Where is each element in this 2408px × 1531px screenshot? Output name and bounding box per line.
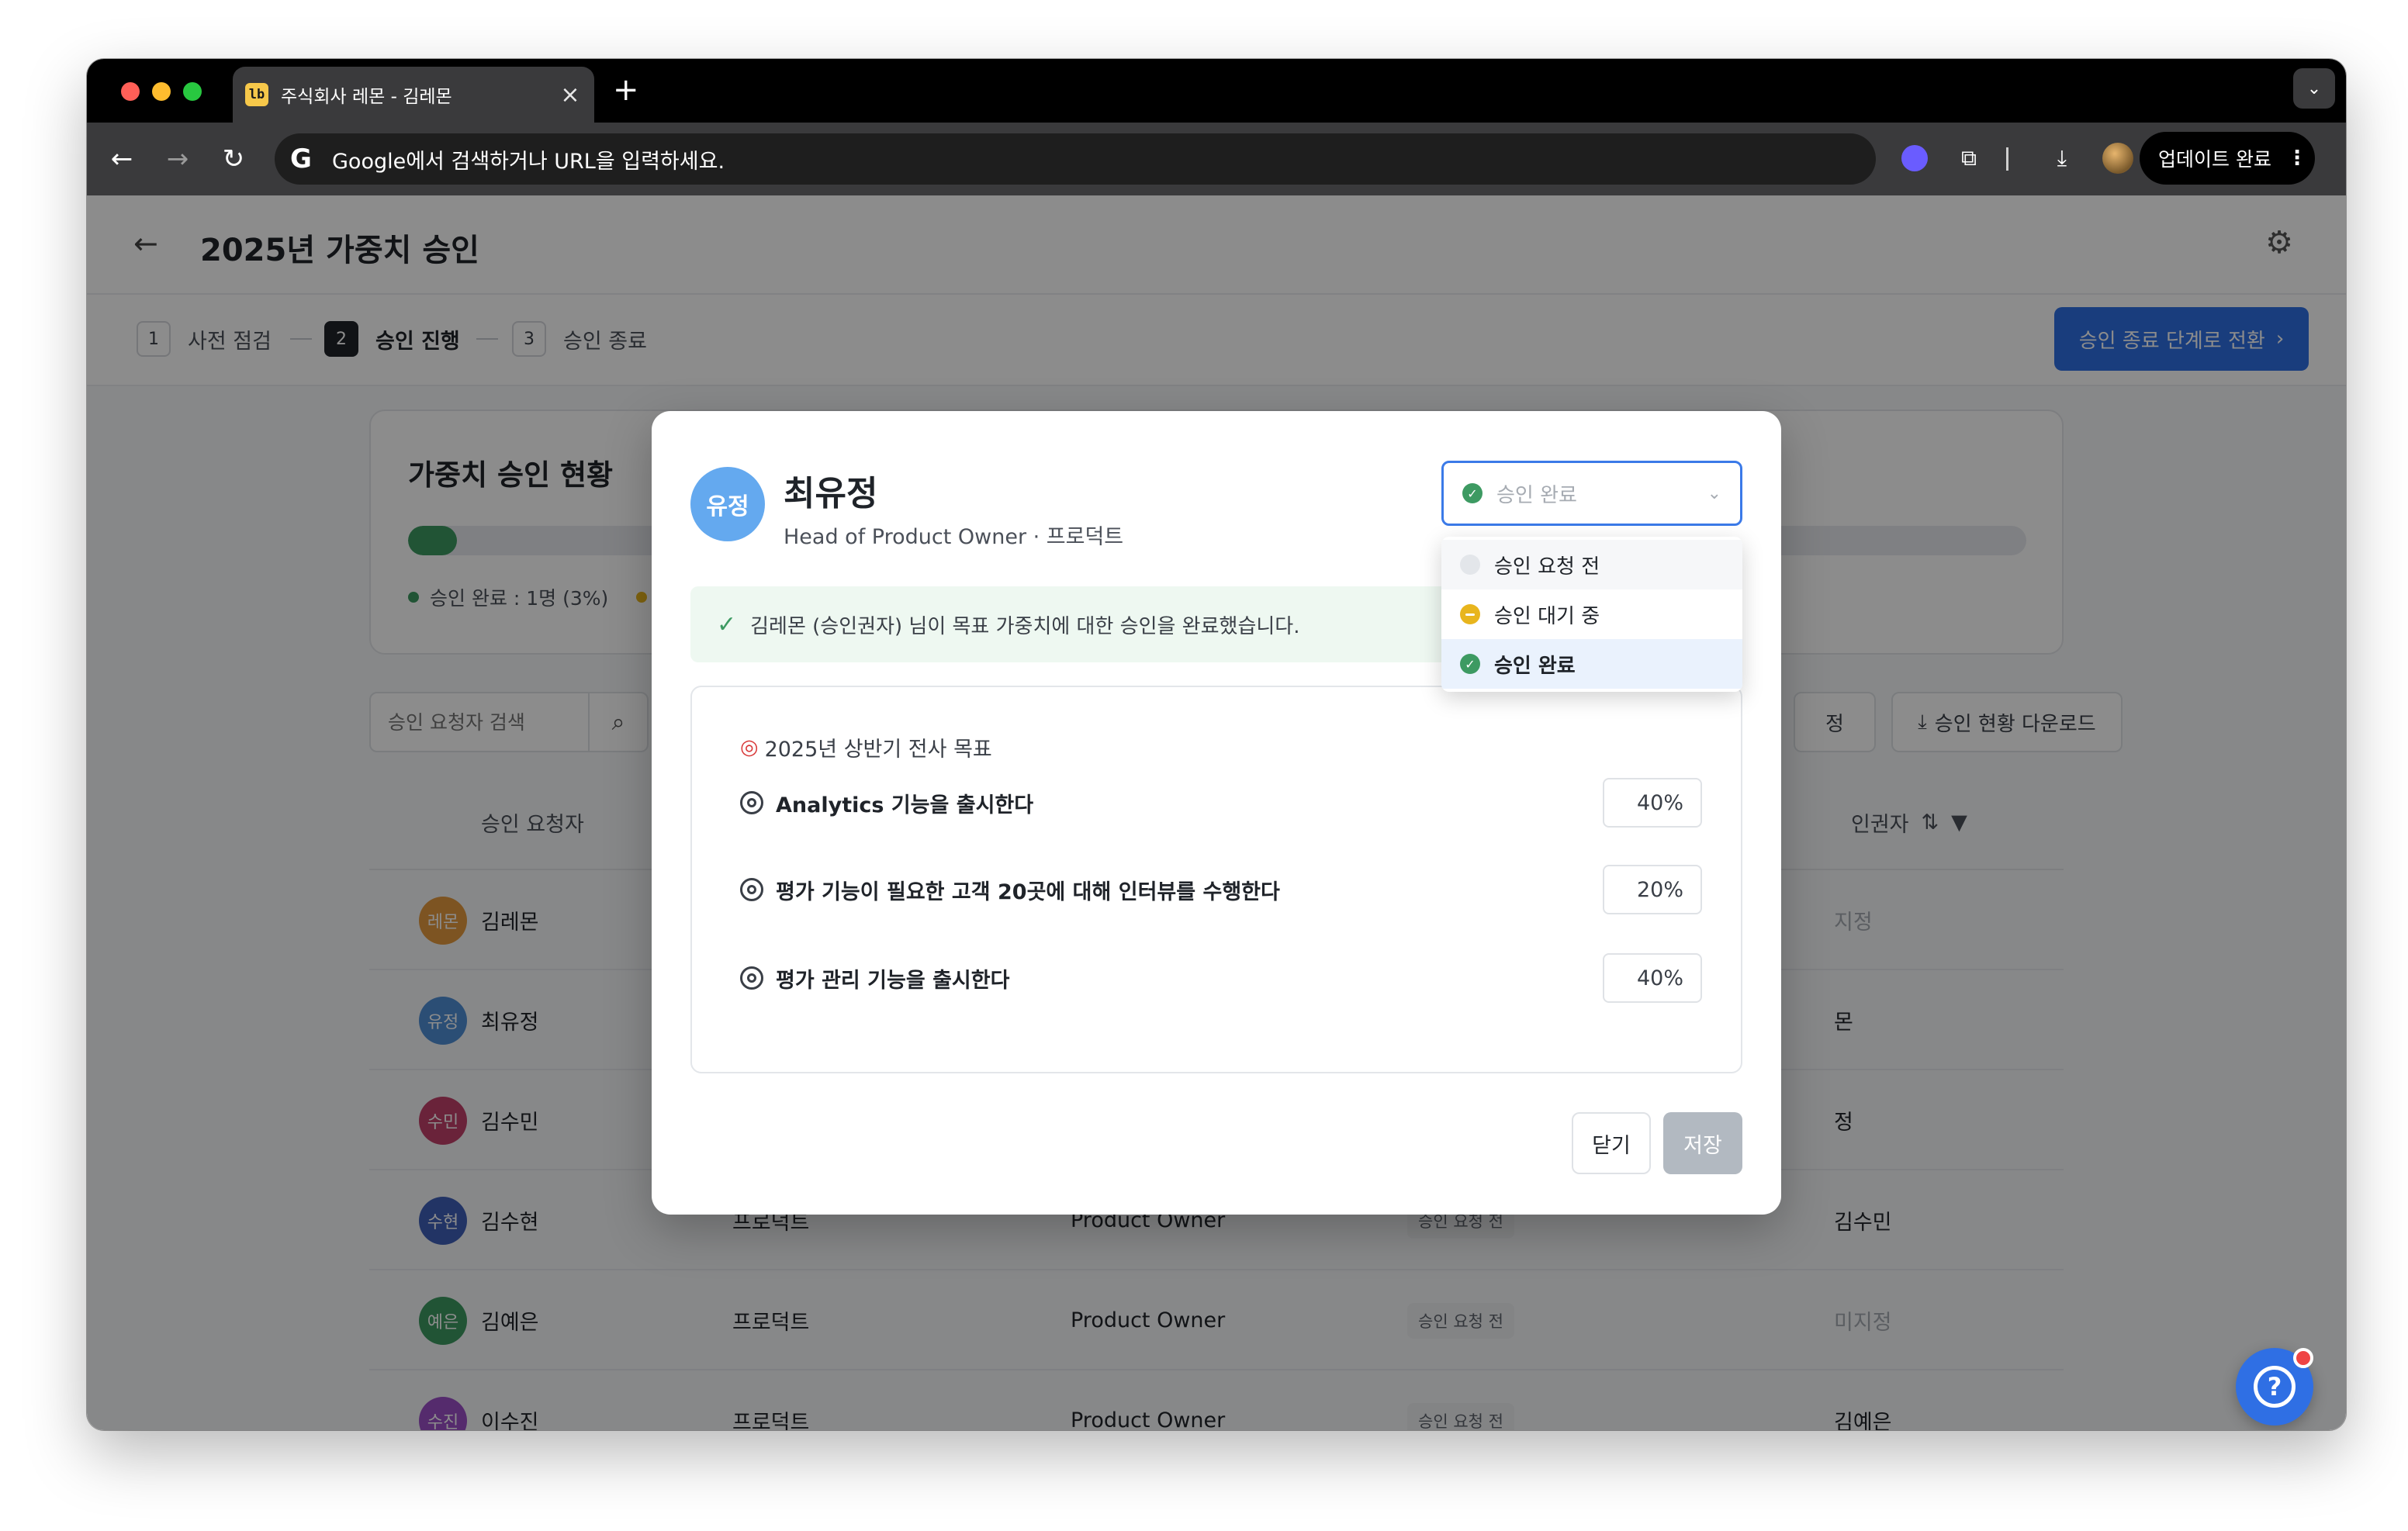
goal-weight-list: ◎ 2025년 상반기 전사 목표 Analytics 기능을 출시한다 40%… xyxy=(690,686,1742,1073)
help-button[interactable]: ? xyxy=(2236,1348,2313,1426)
status-option-before-request[interactable]: 승인 요청 전 xyxy=(1441,540,1742,589)
approval-detail-modal: 유정 최유정 Head of Product Owner · 프로덕트 ✓ 승인… xyxy=(652,411,1781,1215)
update-button[interactable]: 업데이트 완료 ⋮ xyxy=(2140,132,2315,185)
address-placeholder: Google에서 검색하거나 URL을 입력하세요. xyxy=(332,149,725,174)
goal-item: Analytics 기능을 출시한다 40% xyxy=(740,777,1702,828)
goal-text: 평가 관리 기능을 출시한다 xyxy=(776,968,1010,993)
status-option-pending[interactable]: 승인 대기 중 xyxy=(1441,589,1742,639)
download-icon[interactable]: ⤓ xyxy=(2046,143,2078,174)
close-button[interactable]: 닫기 xyxy=(1572,1112,1651,1174)
google-icon: G xyxy=(290,143,312,175)
browser-window: lb 주식회사 레몬 - 김레몬 × + ⌄ ← → ↻ G Google에서 … xyxy=(87,59,2346,1430)
approval-notice-text: 김레몬 (승인권자) 님이 목표 가중치에 대한 승인을 완료했습니다. xyxy=(750,614,1300,638)
app-page: ← 2025년 가중치 승인 ⚙ 1 사전 점검 2 승인 진행 3 승인 종료… xyxy=(87,195,2346,1430)
ai-extension-icon[interactable] xyxy=(1899,143,1930,174)
approval-notice: ✓ 김레몬 (승인권자) 님이 목표 가중치에 대한 승인을 완료했습니다. xyxy=(690,586,1466,662)
back-arrow-icon[interactable]: ← xyxy=(102,140,141,178)
status-option-approved[interactable]: ✓ 승인 완료 xyxy=(1441,639,1742,689)
reload-icon[interactable]: ↻ xyxy=(214,140,253,178)
goal-weight-input[interactable]: 40% xyxy=(1603,778,1702,828)
goal-target-icon xyxy=(740,791,763,814)
new-tab-icon[interactable]: + xyxy=(613,73,639,107)
update-label: 업데이트 완료 xyxy=(2158,148,2271,171)
chevron-down-icon: ⌄ xyxy=(1707,483,1721,503)
check-circle-icon: ✓ xyxy=(1462,483,1483,503)
favicon-icon: lb xyxy=(245,83,268,106)
tab-close-icon[interactable]: × xyxy=(559,81,582,109)
tab-bar: lb 주식회사 레몬 - 김레몬 × + ⌄ xyxy=(87,59,2346,123)
status-grey-dot-icon xyxy=(1460,555,1480,575)
forward-arrow-icon[interactable]: → xyxy=(158,140,197,178)
check-icon: ✓ xyxy=(717,610,737,638)
minimize-window-button[interactable] xyxy=(152,82,171,101)
help-icon: ? xyxy=(2254,1366,2296,1408)
more-menu-icon: ⋮ xyxy=(2286,147,2307,170)
toolbar-divider xyxy=(2006,147,2008,171)
close-window-button[interactable] xyxy=(121,82,140,101)
address-bar[interactable]: G Google에서 검색하거나 URL을 입력하세요. xyxy=(275,133,1876,185)
modal-requester-role: Head of Product Owner · 프로덕트 xyxy=(784,525,1124,549)
goal-group-title: ◎ 2025년 상반기 전사 목표 xyxy=(740,732,992,762)
status-dropdown-menu: 승인 요청 전 승인 대기 중 ✓ 승인 완료 xyxy=(1441,537,1742,692)
maximize-window-button[interactable] xyxy=(183,82,202,101)
status-select-value: 승인 완료 xyxy=(1496,483,1577,507)
goal-text: 평가 기능이 필요한 고객 20곳에 대해 인터뷰를 수행한다 xyxy=(776,880,1280,904)
tab-title: 주식회사 레몬 - 김레몬 xyxy=(281,87,452,107)
browser-tab[interactable]: lb 주식회사 레몬 - 김레몬 × xyxy=(233,67,594,123)
tab-search-chevron-icon[interactable]: ⌄ xyxy=(2293,68,2335,109)
profile-avatar-icon[interactable] xyxy=(2102,143,2133,174)
save-button[interactable]: 저장 xyxy=(1663,1112,1742,1174)
approval-status-select[interactable]: ✓ 승인 완료 ⌄ xyxy=(1441,461,1742,526)
goal-target-icon xyxy=(740,878,763,901)
goal-item: 평가 기능이 필요한 고객 20곳에 대해 인터뷰를 수행한다 20% xyxy=(740,864,1702,915)
browser-toolbar: ← → ↻ G Google에서 검색하거나 URL을 입력하세요. ⧉ ⤓ 업… xyxy=(87,123,2346,195)
status-option-label: 승인 대기 중 xyxy=(1494,604,1600,628)
goal-text: Analytics 기능을 출시한다 xyxy=(776,793,1034,817)
goal-weight-input[interactable]: 40% xyxy=(1603,953,1702,1003)
avatar: 유정 xyxy=(690,467,765,541)
status-option-label: 승인 완료 xyxy=(1494,654,1576,678)
goal-group-label: 2025년 상반기 전사 목표 xyxy=(764,738,992,762)
modal-requester-name: 최유정 xyxy=(784,474,878,513)
notification-dot xyxy=(2293,1348,2313,1368)
goal-target-icon xyxy=(740,966,763,990)
extensions-puzzle-icon[interactable]: ⧉ xyxy=(1953,143,1984,174)
goal-weight-input[interactable]: 20% xyxy=(1603,865,1702,914)
goal-item: 평가 관리 기능을 출시한다 40% xyxy=(740,952,1702,1004)
check-circle-icon: ✓ xyxy=(1460,654,1480,674)
target-emoji-icon: ◎ xyxy=(740,735,759,759)
status-option-label: 승인 요청 전 xyxy=(1494,555,1600,579)
status-pending-icon xyxy=(1460,604,1480,624)
